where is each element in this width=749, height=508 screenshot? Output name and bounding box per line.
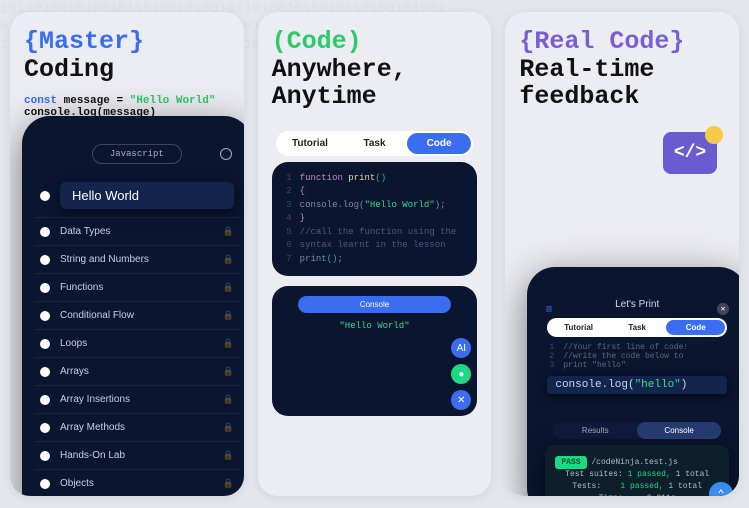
bullet-icon (40, 191, 50, 201)
lesson-label: String and Numbers (60, 254, 149, 265)
settings-icon[interactable] (220, 148, 232, 160)
tab-bar: TutorialTaskCode (276, 131, 474, 156)
lesson-item[interactable]: Hello World (34, 174, 240, 218)
lesson-item[interactable]: Array Methods 🔒 (34, 414, 240, 442)
lock-icon: 🔒 (222, 394, 233, 405)
phone-mock: Javascript Hello WorldData Types🔒String … (22, 116, 244, 496)
lock-icon: 🔒 (222, 338, 233, 349)
heading: {Master} Coding (10, 12, 244, 89)
screen-title: Let's Print (539, 295, 735, 314)
language-chip[interactable]: Javascript (92, 144, 182, 164)
lock-icon: 🔒 (222, 478, 233, 489)
test-results-panel: PASS /codeNinja.test.js Test suites: 1 p… (545, 445, 729, 496)
lesson-label: Loops (60, 338, 87, 349)
tab-task[interactable]: Task (342, 133, 407, 154)
phone-mock: ≡ ✕ Let's Print TutorialTaskCode 1//Your… (527, 267, 739, 496)
heading: (Code) Anywhere, Anytime (258, 12, 492, 117)
tab-code[interactable]: Code (666, 320, 725, 335)
title-brace: {Real Code} (519, 27, 684, 56)
lesson-label: Data Types (60, 226, 110, 237)
promo-card-master: {Master} Coding const message = "Hello W… (10, 12, 244, 496)
bullet-icon (40, 367, 50, 377)
lock-icon: 🔒 (222, 310, 233, 321)
lock-icon: 🔒 (222, 450, 233, 461)
lock-icon: 🔒 (222, 282, 233, 293)
lesson-item[interactable]: String and Numbers 🔒 (34, 246, 240, 274)
lesson-label: Objects (60, 478, 94, 489)
lesson-label: Functions (60, 282, 103, 293)
lesson-item[interactable]: Data Types 🔒 (34, 218, 240, 246)
fab-2[interactable]: ✕ (451, 390, 471, 410)
bullet-icon (40, 423, 50, 433)
code-editor[interactable]: 1function print()2{3 console.log("Hello … (272, 162, 478, 277)
title-brace: (Code) (272, 27, 362, 56)
tab-task[interactable]: Task (608, 320, 667, 335)
lesson-label: Hello World (60, 182, 234, 209)
title-sub2: Anytime (272, 82, 377, 111)
heading: {Real Code} Real-time feedback (505, 12, 739, 117)
title-brace: {Master} (24, 27, 144, 56)
lock-icon: 🔒 (222, 254, 233, 265)
bullet-icon (40, 255, 50, 265)
title-sub1: Anywhere, (272, 55, 407, 84)
title-sub: Coding (24, 55, 114, 84)
fab-1[interactable]: ● (451, 364, 471, 384)
bullet-icon (40, 395, 50, 405)
lesson-item[interactable]: Objects 🔒 (34, 470, 240, 496)
code-icon: </> (663, 132, 717, 174)
bullet-icon (40, 451, 50, 461)
lesson-item[interactable]: Array Insertions 🔒 (34, 386, 240, 414)
lesson-label: Conditional Flow (60, 310, 134, 321)
bottom-tab-console[interactable]: Console (637, 422, 721, 439)
code-editor[interactable]: 1//Your first line of code!2//write the … (539, 341, 735, 372)
lesson-item[interactable]: Functions 🔒 (34, 274, 240, 302)
pass-badge: PASS (555, 456, 586, 469)
bullet-icon (40, 479, 50, 489)
close-icon[interactable]: ✕ (717, 303, 729, 315)
output-text: "Hello World" (280, 321, 470, 331)
bottom-tabs: ResultsConsole (553, 422, 721, 439)
tab-tutorial[interactable]: Tutorial (278, 133, 343, 154)
callout-line (66, 245, 244, 246)
output-panel: Console "Hello World" AI ● ✕ (272, 286, 478, 416)
tab-tutorial[interactable]: Tutorial (549, 320, 608, 335)
lesson-label: Arrays (60, 366, 89, 377)
bullet-icon (40, 311, 50, 321)
lesson-label: Array Insertions (60, 394, 130, 405)
bullet-icon (40, 227, 50, 237)
lesson-label: Hands-On Lab (60, 450, 125, 461)
console-button[interactable]: Console (298, 296, 452, 313)
title-sub2: feedback (519, 82, 639, 111)
tab-bar: TutorialTaskCode (547, 318, 727, 337)
scroll-up-icon[interactable]: ⌃ (709, 482, 733, 496)
lock-icon: 🔒 (222, 422, 233, 433)
lock-icon: 🔒 (222, 226, 233, 237)
lesson-label: Array Methods (60, 422, 125, 433)
lesson-item[interactable]: Loops 🔒 (34, 330, 240, 358)
lock-icon: 🔒 (222, 366, 233, 377)
highlighted-line: console.log("hello") (539, 372, 735, 398)
promo-card-code: (Code) Anywhere, Anytime TutorialTaskCod… (258, 12, 492, 496)
fab-0[interactable]: AI (451, 338, 471, 358)
tab-code[interactable]: Code (407, 133, 472, 154)
promo-card-realcode: {Real Code} Real-time feedback </> ≡ ✕ L… (505, 12, 739, 496)
lesson-item[interactable]: Hands-On Lab 🔒 (34, 442, 240, 470)
bottom-tab-results[interactable]: Results (553, 422, 637, 439)
bullet-icon (40, 339, 50, 349)
lesson-item[interactable]: Arrays 🔒 (34, 358, 240, 386)
title-sub1: Real-time (519, 55, 654, 84)
menu-icon[interactable]: ≡ (545, 303, 552, 317)
lesson-item[interactable]: Conditional Flow 🔒 (34, 302, 240, 330)
bullet-icon (40, 283, 50, 293)
